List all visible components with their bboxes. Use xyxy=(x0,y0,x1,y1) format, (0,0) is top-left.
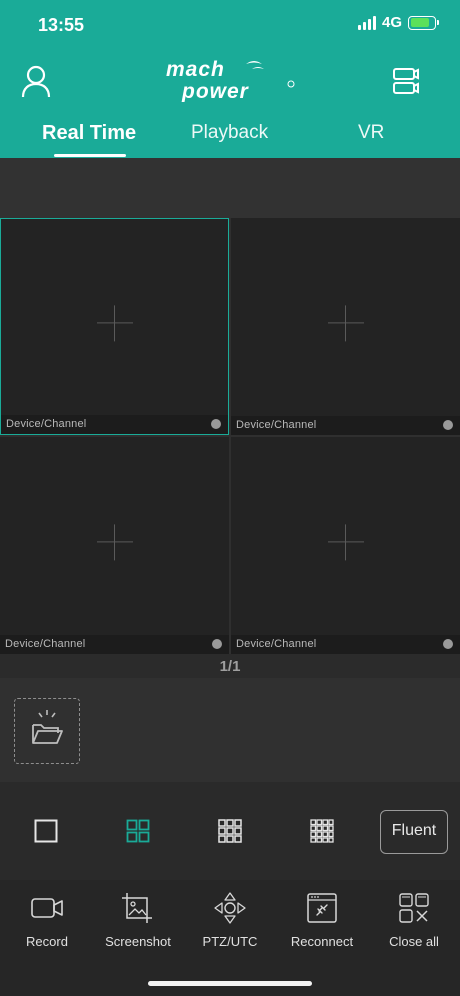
close-all-label: Close all xyxy=(389,934,439,949)
tab-bar: Real Time Playback VR xyxy=(0,118,460,158)
video-grid: Device/Channel Device/Channel Device/Cha… xyxy=(0,218,460,654)
record-label: Record xyxy=(26,934,68,949)
bottom-toolbar: Record Screenshot PTZ/UTC Reconnect Clos… xyxy=(0,880,460,996)
ptz-label: PTZ/UTC xyxy=(202,934,258,949)
user-icon[interactable] xyxy=(20,64,52,98)
battery-icon xyxy=(408,15,439,30)
home-indicator[interactable] xyxy=(148,981,312,986)
reconnect-label: Reconnect xyxy=(290,934,354,949)
screenshot-button[interactable]: Screenshot xyxy=(92,892,184,949)
grid-16-icon[interactable] xyxy=(310,819,334,843)
page-indicator: 1/1 xyxy=(0,654,460,678)
info-strip xyxy=(0,158,460,218)
video-camera-icon xyxy=(31,898,63,918)
video-cell-1[interactable]: Device/Channel xyxy=(0,218,229,435)
tab-vr[interactable]: VR xyxy=(358,122,384,144)
ptz-icon xyxy=(214,892,246,924)
tab-real-time[interactable]: Real Time xyxy=(42,122,136,145)
reconnect-button[interactable]: Reconnect xyxy=(276,892,368,949)
ptz-button[interactable]: PTZ/UTC xyxy=(184,892,276,949)
stream-quality-button[interactable]: Fluent xyxy=(380,810,448,854)
logo-line1: mach xyxy=(166,58,225,81)
single-view-icon[interactable] xyxy=(34,819,58,843)
network-type: 4G xyxy=(381,14,402,31)
cell-caption: Device/Channel xyxy=(1,415,228,434)
add-channel-icon[interactable] xyxy=(327,523,364,560)
record-button[interactable]: Record xyxy=(1,892,93,949)
cell-caption: Device/Channel xyxy=(231,635,460,654)
add-channel-icon[interactable] xyxy=(96,523,133,560)
grid-4-icon[interactable] xyxy=(126,819,150,843)
device-list-icon[interactable] xyxy=(392,66,420,96)
screenshot-icon xyxy=(122,893,152,923)
active-tab-indicator xyxy=(54,154,126,157)
close-all-icon xyxy=(399,893,429,923)
cell-caption: Device/Channel xyxy=(231,416,460,435)
status-dot-icon xyxy=(443,420,453,430)
status-dot-icon xyxy=(443,639,453,649)
favorites-button[interactable] xyxy=(14,698,80,764)
status-time: 13:55 xyxy=(38,15,85,35)
video-cell-2[interactable]: Device/Channel xyxy=(231,218,460,435)
signal-icon xyxy=(357,15,376,30)
favorites-area xyxy=(0,678,460,782)
add-channel-icon[interactable] xyxy=(96,304,133,341)
status-indicators: 4G xyxy=(357,14,439,31)
logo-line2: power xyxy=(181,80,250,102)
tab-playback[interactable]: Playback xyxy=(191,122,268,144)
status-dot-icon xyxy=(212,639,222,649)
grid-9-icon[interactable] xyxy=(218,819,242,843)
reconnect-icon xyxy=(307,893,337,923)
open-folder-icon xyxy=(32,710,63,744)
video-cell-4[interactable]: Device/Channel xyxy=(231,437,460,654)
video-cell-3[interactable]: Device/Channel xyxy=(0,437,229,654)
add-channel-icon[interactable] xyxy=(327,304,364,341)
app-header: 13:55 4G mach power Real Time Playback V… xyxy=(0,0,460,158)
layout-bar: Fluent xyxy=(0,782,460,880)
screenshot-label: Screenshot xyxy=(105,934,171,949)
close-all-button[interactable]: Close all xyxy=(368,892,460,949)
cell-caption: Device/Channel xyxy=(0,635,229,654)
status-dot-icon xyxy=(211,419,221,429)
brand-logo: mach power xyxy=(166,58,295,102)
